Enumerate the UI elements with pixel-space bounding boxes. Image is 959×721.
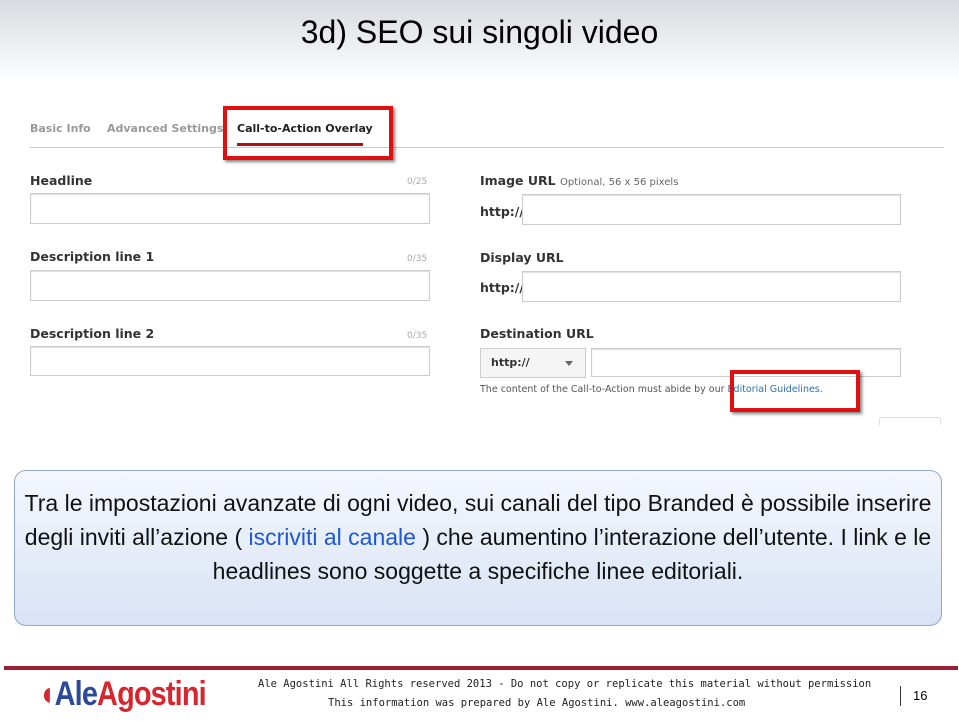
headline-counter: 0/25 [407,177,428,187]
highlight-box [730,370,860,412]
headline-input[interactable] [30,193,430,224]
image-url-label: Image URL Optional, 56 x 56 pixels [480,173,678,188]
footer-info: This information was prepared by Ale Ago… [328,697,746,709]
partial-button [879,417,941,425]
callout-highlight: iscriviti al canale [248,524,416,550]
desc1-input[interactable] [30,270,430,301]
desc1-label: Description line 1 [30,249,155,264]
desc1-counter: 0/35 [407,254,428,264]
destination-url-label: Destination URL [480,326,594,341]
headline-label: Headline [30,173,93,188]
tab-divider [30,147,944,148]
desc2-counter: 0/35 [407,331,428,341]
logo: ◖AleAgostini [38,675,207,713]
protocol-value: http:// [491,356,530,369]
footer-divider [4,666,958,670]
desc2-label: Description line 2 [30,326,155,341]
page-number: 16 [900,686,927,706]
youtube-screenshot: Basic Info Advanced Settings Call-to-Act… [20,100,950,425]
tab-basic-info[interactable]: Basic Info [30,122,91,135]
image-url-hint: Optional, 56 x 56 pixels [560,177,679,188]
display-url-label: Display URL [480,250,564,265]
image-url-input[interactable] [522,194,901,225]
chevron-down-icon [565,361,573,366]
footer-copyright: Ale Agostini All Rights reserved 2013 - … [258,678,872,690]
slide-title: 3d) SEO sui singoli video [300,14,659,50]
tab-advanced-settings[interactable]: Advanced Settings [107,122,223,135]
note-text: The content of the Call-to-Action must a… [480,384,728,395]
display-url-prefix: http:// [480,280,524,295]
protocol-select[interactable]: http:// [480,348,586,378]
desc2-input[interactable] [30,346,430,376]
display-url-input[interactable] [522,271,901,302]
callout-text: Tra le impostazioni avanzate di ogni vid… [14,470,942,626]
highlight-box [223,106,393,160]
image-url-label-text: Image URL [480,173,556,188]
image-url-prefix: http:// [480,204,524,219]
